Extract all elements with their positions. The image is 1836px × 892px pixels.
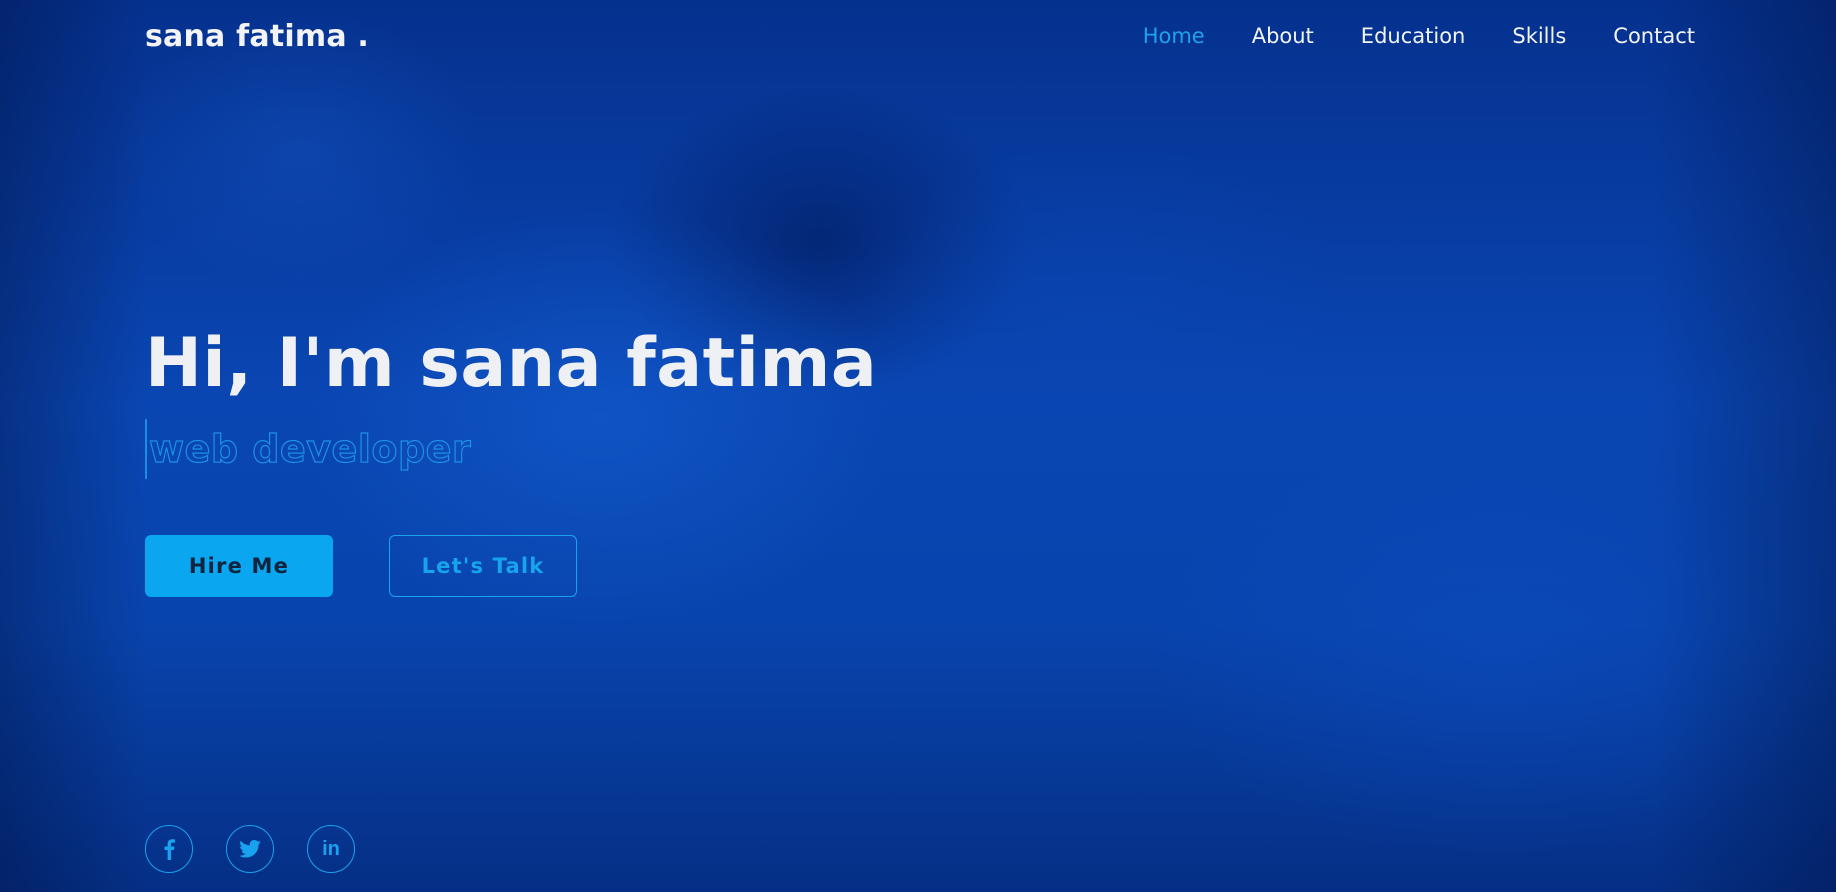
nav-link-home[interactable]: Home [1143, 24, 1205, 48]
social-links: in [145, 825, 388, 873]
role-text: web developer [148, 426, 472, 471]
nav-links: Home About Education Skills Contact [1096, 24, 1695, 48]
role-typing: web developer [145, 418, 877, 480]
twitter-link[interactable] [226, 825, 274, 873]
linkedin-icon: in [322, 838, 340, 860]
nav-link-skills[interactable]: Skills [1512, 24, 1566, 48]
twitter-icon [239, 840, 261, 858]
typing-cursor [145, 419, 147, 479]
hero-buttons: Hire Me Let's Talk [145, 535, 877, 597]
nav-link-about[interactable]: About [1252, 24, 1314, 48]
navbar: sana fatima . Home About Education Skill… [145, 0, 1695, 72]
facebook-icon [163, 838, 175, 860]
linkedin-link[interactable]: in [307, 825, 355, 873]
hero-greeting: Hi, I'm sana fatima [145, 324, 878, 403]
site-logo[interactable]: sana fatima . [145, 19, 369, 54]
lets-talk-button[interactable]: Let's Talk [389, 535, 577, 597]
hire-me-button[interactable]: Hire Me [145, 535, 333, 597]
hero-section: Hi, I'm sana fatima web developer Hire M… [145, 330, 877, 597]
facebook-link[interactable] [145, 825, 193, 873]
nav-link-contact[interactable]: Contact [1613, 24, 1695, 48]
nav-link-education[interactable]: Education [1361, 24, 1466, 48]
